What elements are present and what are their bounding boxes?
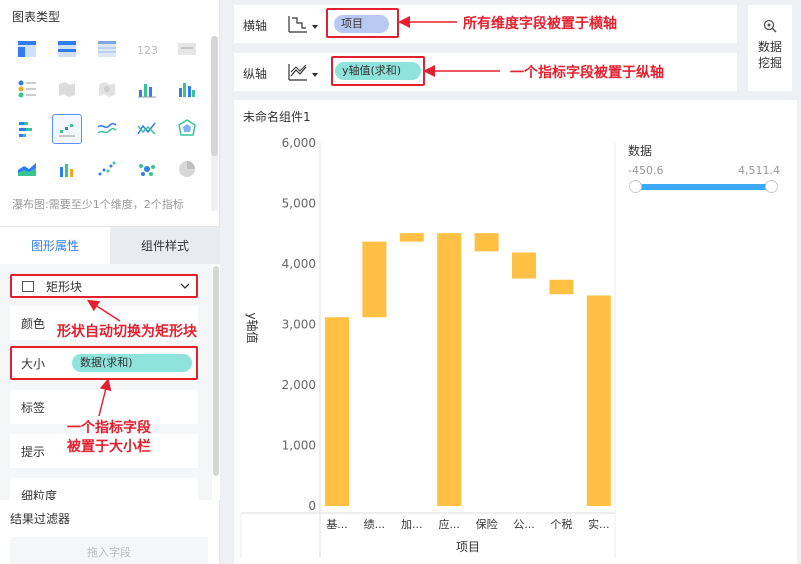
tooltip-label: 提示 [21,444,46,459]
grouped-column-icon[interactable] [172,74,202,104]
waterfall-bar [362,241,387,318]
properties-scroll-thumb[interactable] [213,266,219,476]
crosstab-chart-icon[interactable] [52,34,82,64]
tab-graph-properties[interactable]: 图形属性 [0,227,110,264]
shape-annotation: 形状自动切换为矩形块 [57,324,197,340]
size-property-row[interactable]: 大小 数据(求和) [10,346,198,380]
line-axis-icon[interactable] [287,62,309,82]
text-widget-icon[interactable] [172,34,202,64]
rectangle-shape-icon [22,280,34,292]
multi-line-icon[interactable] [132,114,162,144]
x-axis-label: 横轴 [243,19,268,33]
line-chart-icon[interactable] [92,114,122,144]
color-label: 颜色 [21,316,46,331]
waterfall-bar [512,252,536,279]
chevron-down-icon[interactable] [312,73,318,77]
legend-range-slider[interactable] [635,184,772,190]
shape-select[interactable]: 矩形块 [10,274,198,298]
radar-chart-icon[interactable] [172,114,202,144]
y-tick-label: 2,000 [282,378,316,392]
y-axis-title: y轴值 [245,312,260,343]
x-tick-label: 公... [513,518,535,531]
shape-select-value: 矩形块 [46,279,83,294]
y-tick-label: 5,000 [282,197,316,211]
y-axis-field-pill[interactable]: y轴值(求和) [335,62,421,80]
combo-chart-icon[interactable] [52,154,82,184]
x-tick-label: 个税 [550,517,572,531]
chart-type-scroll-thumb[interactable] [211,36,218,156]
tab-component-style[interactable]: 组件样式 [110,227,220,264]
property-tabs: 图形属性 组件样式 [0,226,220,264]
y-tick-label: 3,000 [282,318,316,332]
data-mining-icon [763,19,777,33]
slider-min-handle[interactable] [629,180,642,193]
waterfall-bar [437,233,462,506]
slider-max-handle[interactable] [765,180,778,193]
size-field-pill[interactable]: 数据(求和) [72,354,192,372]
legend-min-value: -450.6 [628,164,664,177]
graph-properties-panel: 矩形块 颜色 大小 数据(求和) 标签 提示 细粒度 [0,264,212,500]
svg-text:123: 123 [137,44,158,57]
label-label: 标签 [21,400,46,415]
bubble-chart-icon[interactable] [132,154,162,184]
x-tick-label: 加... [401,518,423,531]
chart-type-title: 图表类型 [12,10,61,24]
waterfall-axis-icon[interactable] [287,14,309,34]
y-axis-annotation: 一个指标字段被置于纵轴 [510,65,664,81]
x-tick-label: 保险 [476,517,498,531]
scatter-chart-icon[interactable] [92,154,122,184]
column-chart-icon[interactable] [132,74,162,104]
x-axis-annotation: 所有维度字段被置于横轴 [463,16,617,32]
y-tick-label: 1,000 [282,439,316,453]
size-annotation-line1: 一个指标字段 [67,420,151,436]
x-axis-field-pill[interactable]: 项目 [334,15,389,33]
x-tick-label: 基... [326,518,348,531]
detail-table-icon[interactable] [92,34,122,64]
size-label: 大小 [21,356,46,371]
heatmap-map-icon[interactable] [92,74,122,104]
data-mining-button[interactable]: 数据 挖掘 [748,5,792,91]
waterfall-bar [325,317,349,506]
data-mining-line: 数据 [757,40,782,54]
x-tick-label: 实... [588,517,610,531]
waterfall-bar [586,295,611,506]
y-tick-label: 4,000 [282,257,316,271]
data-mining-label: 数据 挖掘 [758,39,782,71]
map-chart-icon[interactable] [52,74,82,104]
result-filter-title: 结果过滤器 [10,512,71,526]
waterfall-bar [549,279,574,295]
y-axis-label: 纵轴 [243,67,268,81]
chart-type-hint: 瀑布图:需要至少1个维度，2个指标 [12,198,184,211]
data-mining-line: 挖掘 [757,56,782,70]
waterfall-chart-icon[interactable] [52,114,82,144]
waterfall-bar [474,233,499,252]
chevron-down-icon [180,283,190,289]
table-chart-icon[interactable] [12,34,42,64]
left-panel: 图表类型 123 瀑布图:需要至少1个维度，2个指标 图形属性 组件样式 矩形块… [0,0,220,564]
area-chart-icon[interactable] [12,154,42,184]
stacked-bar-icon[interactable] [12,114,42,144]
legend-title: 数据 [628,144,653,158]
granularity-label: 细粒度 [21,488,58,501]
x-axis-title: 项目 [456,540,480,554]
filter-drop-zone[interactable]: 拖入字段 [10,537,208,564]
waterfall-chart: 0 1,000 2,000 3,000 4,000 5,000 6,000 y轴值基... 绩.… [240,136,616,558]
y-tick-label: 6,000 [282,136,316,150]
chart-widget: 未命名组件1 0 1,000 2,000 3,000 4,000 5,000 6,000 y轴… [234,100,797,564]
chevron-down-icon[interactable] [312,25,318,29]
legend-list-icon[interactable] [12,74,42,104]
x-tick-label: 应... [438,517,460,531]
legend-max-value: 4,511.4 [738,164,780,177]
waterfall-bar [399,233,424,242]
granularity-property-row[interactable]: 细粒度 [10,478,198,500]
kpi-number-icon[interactable]: 123 [132,34,162,64]
pie-chart-icon[interactable] [172,154,202,184]
size-annotation-line2: 被置于大小栏 [67,439,151,455]
x-tick-label: 绩... [364,518,386,531]
y-tick-label: 0 [308,499,316,513]
